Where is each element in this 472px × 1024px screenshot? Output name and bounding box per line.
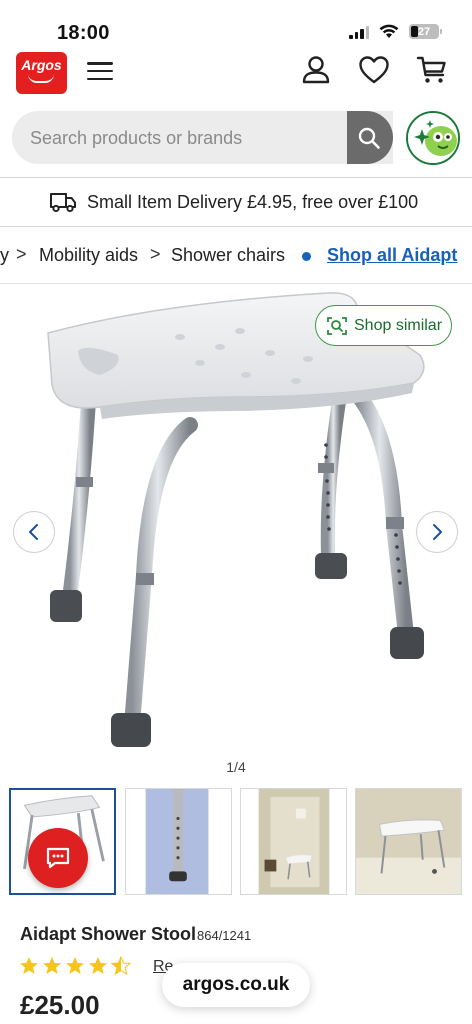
browser-url-bar[interactable]: argos.co.uk — [162, 963, 310, 1007]
star-icon — [43, 957, 61, 974]
breadcrumb-item-shower-chairs[interactable]: Shower chairs — [171, 245, 285, 266]
product-code: 864/1241 — [197, 928, 252, 943]
url-text: argos.co.uk — [182, 974, 290, 995]
trolley-icon[interactable] — [416, 54, 448, 86]
logo-swoosh — [28, 74, 54, 83]
delivery-text: Small Item Delivery £4.95, free over £10… — [87, 192, 419, 212]
sparkle-mascot-icon — [408, 113, 458, 163]
chevron-right-icon — [433, 524, 442, 540]
thumbnail-4[interactable] — [355, 788, 462, 895]
separator-dot — [302, 252, 311, 261]
battery-level: 27 — [417, 25, 431, 38]
shop-similar-button[interactable]: Shop similar — [315, 305, 452, 346]
breadcrumb-item-partial[interactable]: y — [0, 245, 9, 266]
chat-bubble-icon — [46, 847, 70, 869]
account-icon[interactable] — [300, 54, 332, 86]
previous-image-button[interactable] — [13, 511, 55, 553]
chat-button[interactable] — [28, 828, 88, 888]
thumbnail-3[interactable] — [240, 788, 347, 895]
star-icon — [89, 957, 107, 974]
chevron-left-icon — [29, 524, 38, 540]
chevron-right-icon: > — [150, 244, 161, 264]
thumbnail-leg-detail-image — [145, 789, 209, 894]
wishlist-heart-icon[interactable] — [358, 54, 390, 86]
delivery-van-icon — [50, 193, 76, 213]
argos-logo[interactable]: Argos — [16, 52, 67, 94]
search-icon — [358, 127, 380, 149]
shop-similar-label: Shop similar — [354, 316, 443, 334]
star-icon — [20, 957, 38, 974]
thumbnail-bathroom-image — [258, 789, 330, 894]
status-bar: 18:00 27 — [0, 0, 472, 46]
cellular-signal-icon — [349, 25, 369, 39]
site-header: Argos — [0, 46, 472, 106]
star-rating[interactable] — [19, 956, 131, 976]
star-half-icon — [111, 956, 131, 976]
assistant-avatar[interactable] — [406, 111, 460, 165]
image-counter: 1/4 — [226, 759, 246, 775]
product-image-shower-stool[interactable] — [40, 285, 432, 755]
star-icon — [66, 957, 84, 974]
thumbnail-2[interactable] — [125, 788, 232, 895]
product-gallery: Shop similar 1/4 — [0, 285, 472, 785]
breadcrumb: y > Mobility aids > Shower chairs Shop a… — [0, 228, 472, 284]
search-placeholder: Search products or brands — [30, 128, 243, 148]
logo-text: Argos — [21, 57, 62, 73]
product-price: £25.00 — [20, 990, 100, 1020]
wifi-icon — [379, 24, 399, 38]
hamburger-menu-icon[interactable] — [87, 59, 113, 83]
battery-icon: 27 — [409, 24, 442, 39]
product-title: Aidapt Shower Stool — [20, 924, 197, 944]
status-icons: 27 — [349, 24, 442, 39]
status-time: 18:00 — [57, 22, 110, 44]
breadcrumb-item-mobility-aids[interactable]: Mobility aids — [39, 245, 138, 266]
next-image-button[interactable] — [416, 511, 458, 553]
delivery-banner: Small Item Delivery £4.95, free over £10… — [0, 177, 472, 227]
shop-all-brand-link[interactable]: Shop all Aidapt — [327, 245, 457, 266]
visual-search-icon — [327, 316, 347, 335]
thumbnail-room-image — [356, 789, 461, 894]
search-input[interactable]: Search products or brands — [12, 111, 393, 164]
chevron-right-icon: > — [16, 244, 27, 264]
